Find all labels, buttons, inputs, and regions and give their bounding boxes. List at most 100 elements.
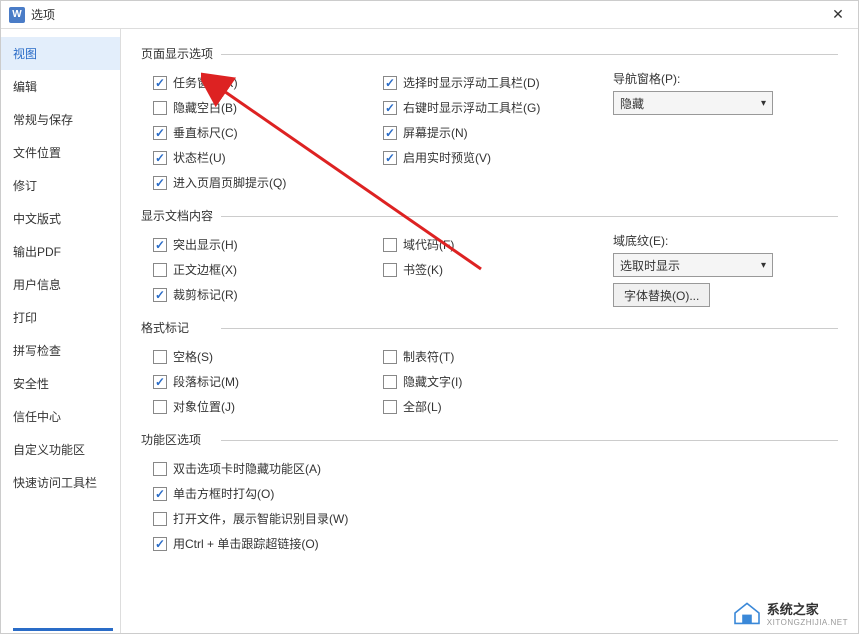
sidebar-item-5[interactable]: 中文版式: [1, 202, 120, 235]
checkbox-label: 空格(S): [173, 348, 213, 365]
sidebar-item-8[interactable]: 打印: [1, 301, 120, 334]
doc-content-col1-0[interactable]: 突出显示(H): [153, 232, 383, 257]
sidebar: 视图编辑常规与保存文件位置修订中文版式输出PDF用户信息打印拼写检查安全性信任中…: [1, 29, 121, 633]
checkbox-label: 双击选项卡时隐藏功能区(A): [173, 460, 321, 477]
checkbox-icon[interactable]: [153, 76, 167, 90]
sidebar-item-9[interactable]: 拼写检查: [1, 334, 120, 367]
checkbox-icon[interactable]: [383, 126, 397, 140]
checkbox-label: 垂直标尺(C): [173, 124, 238, 141]
doc-content-col2-1[interactable]: 书签(K): [383, 257, 613, 282]
doc-content-col1-1[interactable]: 正文边框(X): [153, 257, 383, 282]
checkbox-icon[interactable]: [153, 462, 167, 476]
page-display-col2-2[interactable]: 屏幕提示(N): [383, 120, 613, 145]
checkbox-icon[interactable]: [153, 375, 167, 389]
page-display-col2-3[interactable]: 启用实时预览(V): [383, 145, 613, 170]
checkbox-icon[interactable]: [153, 101, 167, 115]
chevron-down-icon: ▾: [761, 98, 766, 109]
sidebar-item-11[interactable]: 信任中心: [1, 400, 120, 433]
checkbox-icon[interactable]: [153, 350, 167, 364]
checkbox-label: 突出显示(H): [173, 236, 238, 253]
format-marks-col2-0[interactable]: 制表符(T): [383, 344, 613, 369]
doc-content-col2-0[interactable]: 域代码(F): [383, 232, 613, 257]
checkbox-label: 任务窗格(R): [173, 74, 238, 91]
sidebar-item-2[interactable]: 常规与保存: [1, 103, 120, 136]
checkbox-icon[interactable]: [153, 537, 167, 551]
checkbox-icon[interactable]: [383, 350, 397, 364]
page-display-col1-1[interactable]: 隐藏空白(B): [153, 95, 383, 120]
checkbox-label: 全部(L): [403, 398, 442, 415]
checkbox-label: 打开文件，展示智能识别目录(W): [173, 510, 348, 527]
checkbox-label: 右键时显示浮动工具栏(G): [403, 99, 540, 116]
checkbox-icon[interactable]: [383, 263, 397, 277]
ribbon-item-1[interactable]: 单击方框时打勾(O): [153, 481, 838, 506]
page-display-col1-2[interactable]: 垂直标尺(C): [153, 120, 383, 145]
app-icon: W: [9, 7, 25, 23]
checkbox-label: 单击方框时打勾(O): [173, 485, 274, 502]
checkbox-label: 正文边框(X): [173, 261, 237, 278]
checkbox-label: 段落标记(M): [173, 373, 239, 390]
checkbox-label: 进入页眉页脚提示(Q): [173, 174, 286, 191]
checkbox-icon[interactable]: [153, 238, 167, 252]
window-title: 选项: [31, 6, 826, 23]
sidebar-item-6[interactable]: 输出PDF: [1, 235, 120, 268]
checkbox-icon[interactable]: [383, 238, 397, 252]
bottom-accent: [13, 628, 113, 631]
page-display-col2-0[interactable]: 选择时显示浮动工具栏(D): [383, 70, 613, 95]
section-doc-content-title: 显示文档内容: [141, 207, 838, 224]
checkbox-icon[interactable]: [383, 101, 397, 115]
sidebar-item-3[interactable]: 文件位置: [1, 136, 120, 169]
sidebar-item-10[interactable]: 安全性: [1, 367, 120, 400]
sidebar-item-0[interactable]: 视图: [1, 37, 120, 70]
format-marks-col1-1[interactable]: 段落标记(M): [153, 369, 383, 394]
checkbox-icon[interactable]: [383, 400, 397, 414]
checkbox-icon[interactable]: [153, 487, 167, 501]
page-display-col1-4[interactable]: 进入页眉页脚提示(Q): [153, 170, 383, 195]
sidebar-item-13[interactable]: 快速访问工具栏: [1, 466, 120, 499]
checkbox-icon[interactable]: [153, 400, 167, 414]
format-marks-col1-2[interactable]: 对象位置(J): [153, 394, 383, 419]
checkbox-label: 裁剪标记(R): [173, 286, 238, 303]
font-replace-button[interactable]: 字体替换(O)...: [613, 283, 710, 307]
page-display-col2-1[interactable]: 右键时显示浮动工具栏(G): [383, 95, 613, 120]
checkbox-icon[interactable]: [153, 263, 167, 277]
checkbox-label: 启用实时预览(V): [403, 149, 491, 166]
ribbon-item-0[interactable]: 双击选项卡时隐藏功能区(A): [153, 456, 838, 481]
section-format-marks-title: 格式标记: [141, 319, 838, 336]
checkbox-label: 选择时显示浮动工具栏(D): [403, 74, 540, 91]
doc-content-col1-2[interactable]: 裁剪标记(R): [153, 282, 383, 307]
checkbox-label: 屏幕提示(N): [403, 124, 468, 141]
checkbox-icon[interactable]: [383, 76, 397, 90]
checkbox-label: 域代码(F): [403, 236, 454, 253]
sidebar-item-7[interactable]: 用户信息: [1, 268, 120, 301]
page-display-col1-3[interactable]: 状态栏(U): [153, 145, 383, 170]
checkbox-label: 隐藏文字(I): [403, 373, 462, 390]
nav-pane-dropdown[interactable]: 隐藏 ▾: [613, 91, 773, 115]
sidebar-item-4[interactable]: 修订: [1, 169, 120, 202]
checkbox-icon[interactable]: [153, 151, 167, 165]
ribbon-item-2[interactable]: 打开文件，展示智能识别目录(W): [153, 506, 838, 531]
checkbox-icon[interactable]: [153, 512, 167, 526]
content-area: 页面显示选项 任务窗格(R) 隐藏空白(B) 垂直标尺(C) 状态栏(U) 进入页眉页脚…: [121, 29, 858, 633]
checkbox-label: 用Ctrl + 单击跟踪超链接(O): [173, 535, 319, 552]
checkbox-icon[interactable]: [153, 288, 167, 302]
close-button[interactable]: ✕: [826, 3, 850, 27]
ribbon-item-3[interactable]: 用Ctrl + 单击跟踪超链接(O): [153, 531, 838, 556]
page-display-col1-0[interactable]: 任务窗格(R): [153, 70, 383, 95]
section-page-display-title: 页面显示选项: [141, 45, 838, 62]
checkbox-label: 隐藏空白(B): [173, 99, 237, 116]
sidebar-item-1[interactable]: 编辑: [1, 70, 120, 103]
checkbox-label: 制表符(T): [403, 348, 454, 365]
checkbox-icon[interactable]: [153, 126, 167, 140]
format-marks-col2-1[interactable]: 隐藏文字(I): [383, 369, 613, 394]
format-marks-col2-2[interactable]: 全部(L): [383, 394, 613, 419]
checkbox-icon[interactable]: [383, 151, 397, 165]
checkbox-label: 对象位置(J): [173, 398, 235, 415]
format-marks-col1-0[interactable]: 空格(S): [153, 344, 383, 369]
checkbox-icon[interactable]: [153, 176, 167, 190]
checkbox-label: 书签(K): [403, 261, 443, 278]
watermark: 系统之家 XITONGZHIJIA.NET: [731, 599, 848, 627]
sidebar-item-12[interactable]: 自定义功能区: [1, 433, 120, 466]
field-shading-dropdown[interactable]: 选取时显示 ▾: [613, 253, 773, 277]
checkbox-icon[interactable]: [383, 375, 397, 389]
section-ribbon-title: 功能区选项: [141, 431, 838, 448]
